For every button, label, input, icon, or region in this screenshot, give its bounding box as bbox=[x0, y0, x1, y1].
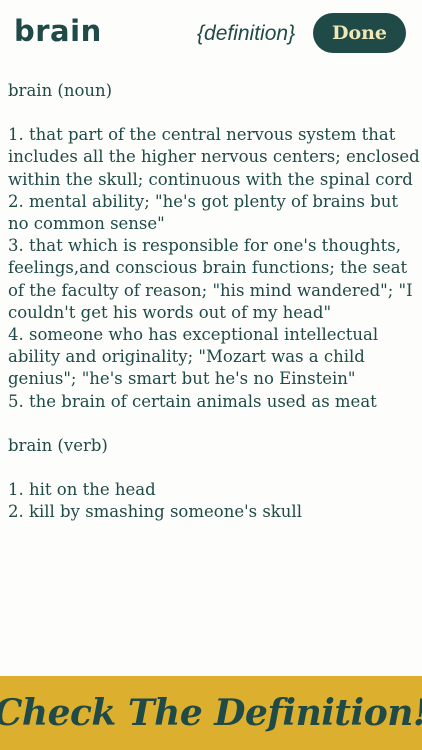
sense-item: 1. that part of the central nervous syst… bbox=[8, 125, 420, 189]
word-title: brain bbox=[14, 14, 102, 48]
sense-item: 5. the brain of certain animals used as … bbox=[8, 391, 377, 411]
verb-section: brain (verb) 1. hit on the head 2. kill … bbox=[8, 435, 420, 524]
sense-item: 4. someone who has exceptional intellect… bbox=[8, 325, 379, 389]
verb-sense-list: 1. hit on the head 2. kill by smashing s… bbox=[8, 479, 420, 523]
noun-sense-list: 1. that part of the central nervous syst… bbox=[8, 124, 420, 413]
part-of-speech-heading: brain (noun) bbox=[8, 81, 113, 100]
noun-section: brain (noun) 1. that part of the central… bbox=[8, 80, 420, 413]
header-bar: brain {definition} Done bbox=[0, 0, 422, 66]
definition-content: brain (noun) 1. that part of the central… bbox=[8, 80, 420, 545]
sense-item: 3. that which is responsible for one's t… bbox=[8, 236, 413, 322]
done-button[interactable]: Done bbox=[313, 13, 406, 53]
banner-text: Check The Definition! bbox=[0, 692, 422, 734]
sense-item: 1. hit on the head bbox=[8, 480, 156, 500]
sense-item: 2. kill by smashing someone's skull bbox=[8, 502, 302, 522]
definition-mode-label: {definition} bbox=[197, 22, 296, 45]
promo-banner: Check The Definition! bbox=[0, 676, 422, 750]
part-of-speech-heading: brain (verb) bbox=[8, 435, 108, 455]
sense-item: 2. mental ability; "he's got plenty of b… bbox=[8, 191, 399, 234]
